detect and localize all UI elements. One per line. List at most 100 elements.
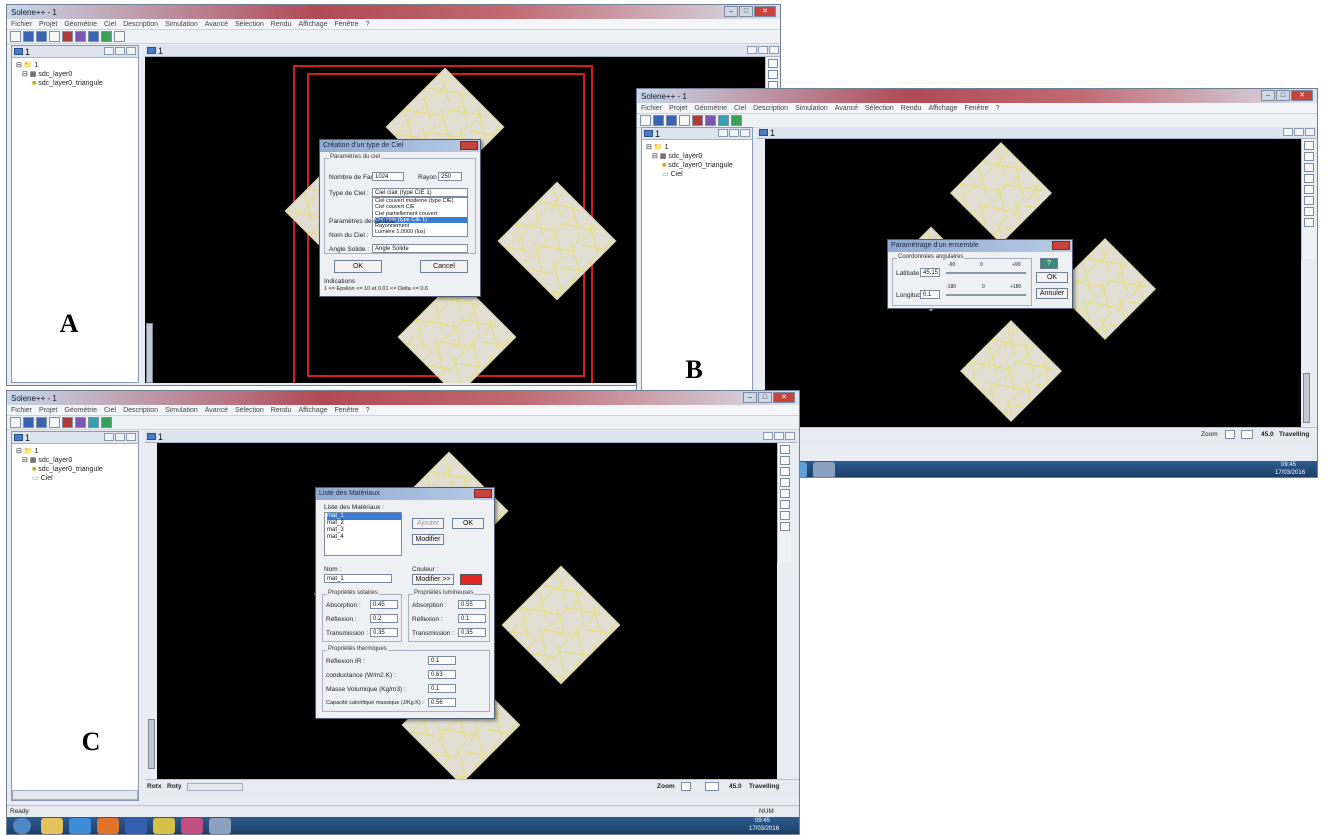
solar-absorption-input[interactable]: 0.45 (370, 600, 398, 609)
tree-item-triangule[interactable]: ■ sdc_layer0_triangule (16, 79, 134, 88)
minimize-icon[interactable]: – (743, 392, 757, 403)
minimize-icon[interactable] (1283, 128, 1293, 136)
move-icon[interactable] (779, 478, 790, 487)
menu-description[interactable]: Description (123, 407, 158, 414)
tool-icon[interactable] (75, 31, 86, 42)
window-a-titlebar[interactable]: Solene++ - 1 – □ ✕ (7, 5, 780, 19)
tool-icon[interactable] (718, 115, 729, 126)
media-taskbar-icon[interactable] (97, 818, 119, 834)
close-icon[interactable] (126, 433, 136, 441)
minimize-icon[interactable] (747, 46, 757, 54)
rotate-icon[interactable] (779, 456, 790, 465)
tool-icon[interactable] (705, 115, 716, 126)
print-icon[interactable] (49, 31, 60, 42)
ok-button[interactable]: OK (334, 260, 382, 273)
minimize-icon[interactable] (104, 47, 114, 55)
menu-ciel[interactable]: Ciel (104, 21, 116, 28)
menu-fichier[interactable]: Fichier (11, 407, 32, 414)
new-file-icon[interactable] (10, 417, 21, 428)
lum-reflexion-input[interactable]: 0.1 (458, 614, 486, 623)
new-file-icon[interactable] (10, 31, 21, 42)
menu-avance[interactable]: Avancé (835, 105, 858, 112)
longitude-input[interactable]: 0.1 (920, 290, 940, 299)
tool-icon[interactable] (101, 31, 112, 42)
print-icon[interactable] (679, 115, 690, 126)
menu-fichier[interactable]: Fichier (641, 105, 662, 112)
new-file-icon[interactable] (640, 115, 651, 126)
lum-transmission-input[interactable]: 0.35 (458, 628, 486, 637)
menu-rendu[interactable]: Rendu (901, 105, 922, 112)
start-icon[interactable] (13, 818, 31, 834)
menu-selection[interactable]: Sélection (235, 407, 264, 414)
help-icon[interactable] (1303, 163, 1314, 172)
grid-icon[interactable] (779, 500, 790, 509)
menu-ciel[interactable]: Ciel (104, 407, 116, 414)
conductance-input[interactable]: 0.63 (428, 670, 456, 679)
close-icon[interactable] (460, 141, 478, 150)
tree-item-root[interactable]: ⊟ 📁 1 (16, 61, 134, 70)
menu-affichage[interactable]: Affichage (298, 407, 327, 414)
material-item-selected[interactable]: mat_1 (327, 513, 401, 520)
zoom-slider[interactable] (1241, 430, 1253, 439)
cancel-button[interactable]: Cancel (420, 260, 468, 273)
word-taskbar-icon[interactable] (125, 818, 147, 834)
tool-icon[interactable] (62, 417, 73, 428)
menu-avance[interactable]: Avancé (205, 21, 228, 28)
app-taskbar-icon[interactable] (181, 818, 203, 834)
paint-taskbar-icon[interactable] (153, 818, 175, 834)
menu-ciel[interactable]: Ciel (734, 105, 746, 112)
solar-reflexion-input[interactable]: 0.2 (370, 614, 398, 623)
menu-affichage[interactable]: Affichage (928, 105, 957, 112)
pointer-icon[interactable] (779, 445, 790, 454)
menu-help[interactable]: ? (996, 105, 1000, 112)
help-button[interactable]: ? (1040, 258, 1058, 269)
add-button[interactable]: Ajouter (412, 518, 444, 529)
open-file-icon[interactable] (23, 31, 34, 42)
rayon-input[interactable]: 250 (438, 172, 462, 181)
close-icon[interactable] (785, 432, 795, 440)
sky-option[interactable]: Lumière 1.0000 (lux) (375, 229, 467, 235)
menu-simulation[interactable]: Simulation (165, 21, 198, 28)
menu-fenetre[interactable]: Fenêtre (335, 407, 359, 414)
reflexion-ir-input[interactable]: 0.1 (428, 656, 456, 665)
material-item[interactable]: mat_3 (327, 527, 401, 534)
sun-icon[interactable] (779, 522, 790, 531)
close-icon[interactable] (769, 46, 779, 54)
maximize-icon[interactable]: □ (1276, 90, 1290, 101)
sky-type-select[interactable]: Ciel clair (type CIE 1) (372, 188, 468, 197)
color-swatch[interactable] (460, 574, 482, 585)
move-icon[interactable] (1303, 174, 1314, 183)
close-icon[interactable]: ✕ (773, 392, 795, 403)
maximize-icon[interactable] (1294, 128, 1304, 136)
grid-icon[interactable] (1303, 196, 1314, 205)
masse-input[interactable]: 0.1 (428, 684, 456, 693)
tree-item-triangule[interactable]: ■ sdc_layer0_triangule (646, 161, 748, 170)
menu-simulation[interactable]: Simulation (165, 407, 198, 414)
nb-faces-input[interactable]: 1024 (372, 172, 404, 181)
menu-rendu[interactable]: Rendu (271, 407, 292, 414)
lum-absorption-input[interactable]: 0.55 (458, 600, 486, 609)
side-slider-c[interactable] (148, 719, 155, 769)
minimize-icon[interactable]: – (1261, 90, 1275, 101)
menu-fenetre[interactable]: Fenêtre (335, 21, 359, 28)
material-item[interactable]: mat_2 (327, 520, 401, 527)
menu-fichier[interactable]: Fichier (11, 21, 32, 28)
minimize-icon[interactable] (718, 129, 728, 137)
tree-item-layer[interactable]: ⊟ ▦ sdc_layer0 (646, 152, 748, 161)
angle-input[interactable]: Angle Solide (372, 244, 468, 253)
fit-icon[interactable] (779, 511, 790, 520)
maximize-icon[interactable]: □ (739, 6, 753, 17)
menu-projet[interactable]: Projet (39, 21, 57, 28)
material-item[interactable]: mat_4 (327, 534, 401, 541)
close-icon[interactable]: ✕ (754, 6, 776, 17)
menu-help[interactable]: ? (366, 21, 370, 28)
maximize-icon[interactable] (115, 433, 125, 441)
tool-icon[interactable] (731, 115, 742, 126)
capacite-input[interactable]: 0.56 (428, 698, 456, 707)
rotate-icon[interactable] (767, 70, 778, 79)
maximize-icon[interactable] (774, 432, 784, 440)
tool-icon[interactable] (88, 31, 99, 42)
side-slider-b[interactable] (1303, 373, 1310, 423)
latitude-slider[interactable] (946, 272, 1026, 274)
tree-item-root[interactable]: ⊟ 📁 1 (646, 143, 748, 152)
